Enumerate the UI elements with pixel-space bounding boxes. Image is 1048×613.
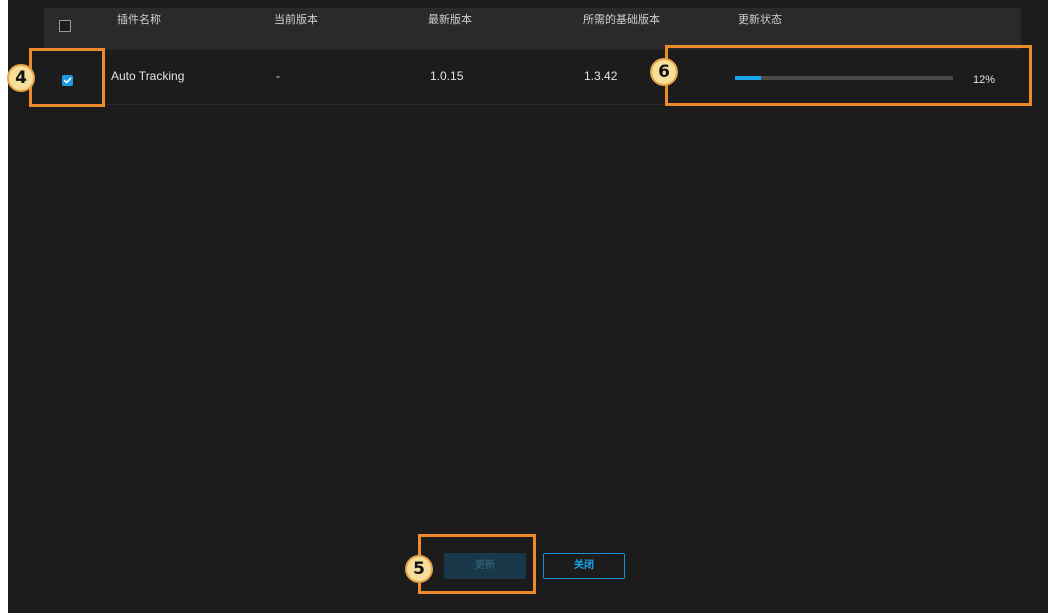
header-update-status: 更新状态 bbox=[738, 14, 782, 26]
current-version-cell: - bbox=[276, 69, 280, 83]
plugin-name-cell: Auto Tracking bbox=[111, 69, 185, 83]
callout-box-progress bbox=[665, 45, 1032, 106]
header-required-base-version: 所需的基础版本 bbox=[583, 14, 660, 26]
table-header bbox=[44, 8, 1021, 50]
header-current-version: 当前版本 bbox=[274, 14, 318, 26]
close-button[interactable]: 关闭 bbox=[543, 553, 625, 579]
header-plugin-name: 插件名称 bbox=[117, 14, 161, 26]
callout-badge-4: 4 bbox=[7, 64, 35, 92]
callout-badge-5: 5 bbox=[405, 555, 433, 583]
callout-badge-6: 6 bbox=[650, 58, 678, 86]
latest-version-cell: 1.0.15 bbox=[430, 69, 464, 83]
select-all-checkbox[interactable] bbox=[59, 20, 71, 32]
required-base-version-cell: 1.3.42 bbox=[584, 69, 618, 83]
callout-box-checkbox bbox=[29, 48, 105, 107]
header-latest-version: 最新版本 bbox=[428, 14, 472, 26]
callout-box-update-button bbox=[418, 534, 536, 594]
